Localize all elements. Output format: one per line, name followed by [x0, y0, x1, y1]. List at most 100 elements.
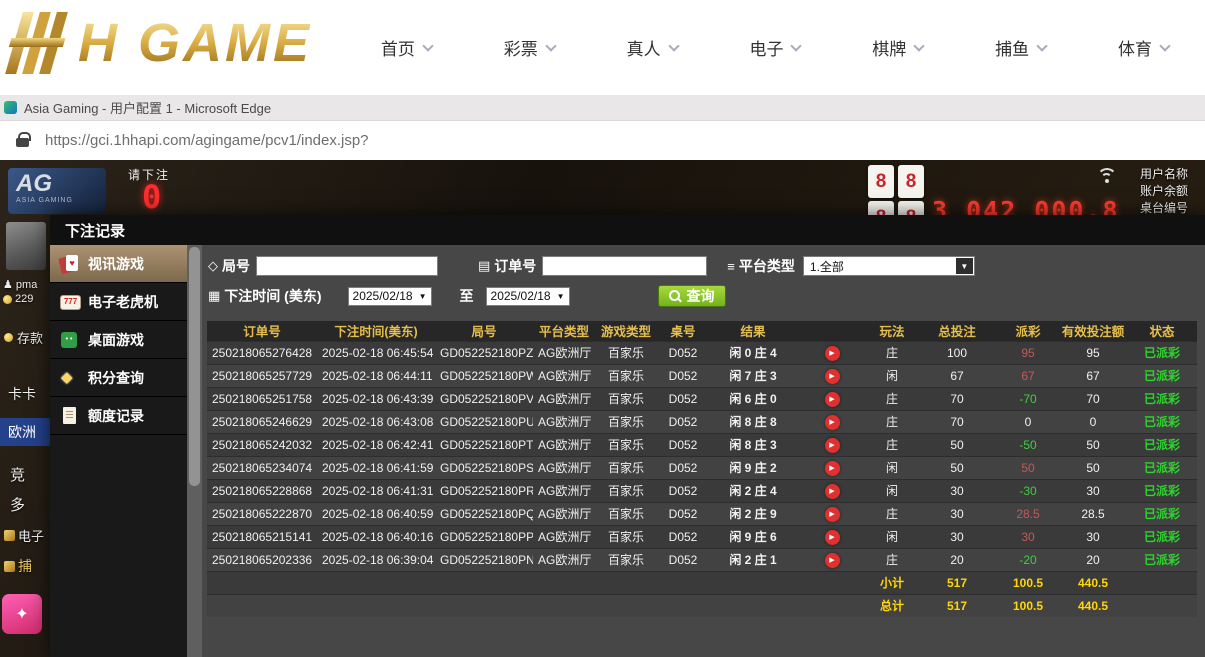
sidebar-item-fishing[interactable]: 捕 [4, 556, 32, 576]
menu-item[interactable]: 额度记录 [50, 397, 187, 435]
scrollbar-thumb[interactable] [189, 247, 200, 486]
cell-total-bet: 30 [917, 525, 997, 548]
search-icon [669, 290, 682, 303]
cell-platform-type: AG欧洲厅 [533, 479, 595, 502]
avatar[interactable] [6, 222, 46, 270]
info-label: 账户余额 [1140, 183, 1205, 200]
cell-platform-type: AG欧洲厅 [533, 548, 595, 571]
column-header [797, 321, 867, 341]
nav-item[interactable]: 真人 [627, 35, 678, 60]
deposit-button[interactable]: 存款 [4, 328, 43, 347]
nav-item[interactable]: 首页 [381, 35, 432, 60]
nav-item-label: 彩票 [504, 35, 538, 60]
cell-order-number: 250218065276428 [207, 341, 317, 364]
play-button[interactable]: ▶ [825, 392, 840, 407]
cell-valid-bet: 30 [1059, 525, 1127, 548]
total-valid-bet: 440.5 [1059, 594, 1127, 617]
cell-play-type: 庄 [867, 410, 917, 433]
nav-item[interactable]: 捕鱼 [995, 35, 1046, 60]
to-label: 至 [460, 286, 474, 306]
total-row: 总计 517 100.5 440.5 [207, 594, 1197, 617]
cell-status: 已派彩 [1127, 433, 1197, 456]
play-button[interactable]: ▶ [825, 553, 840, 568]
promo-icon[interactable]: ✦ [2, 594, 42, 634]
cell-replay: ▶ [797, 410, 867, 433]
cell-valid-bet: 67 [1059, 364, 1127, 387]
cell-table-number: D052 [657, 548, 709, 571]
date-from-picker[interactable]: 2025/02/18 ▼ [348, 287, 432, 306]
cell-order-number: 250218065242032 [207, 433, 317, 456]
play-button[interactable]: ▶ [825, 507, 840, 522]
cell-play-type: 庄 [867, 387, 917, 410]
url-bar[interactable]: https://gci.1hhapi.com/agingame/pcv1/ind… [0, 121, 1205, 160]
query-button-label: 查询 [687, 286, 715, 306]
play-button[interactable]: ▶ [825, 530, 840, 545]
sidebar-item-duo[interactable]: 多 [10, 494, 25, 515]
cell-platform-type: AG欧洲厅 [533, 525, 595, 548]
nav-item[interactable]: 棋牌 [872, 35, 923, 60]
chevron-down-icon: ▼ [956, 258, 973, 274]
menu-item[interactable]: 积分查询 [50, 359, 187, 397]
chevron-down-icon [668, 40, 679, 51]
platform-type-select[interactable]: 1.全部 ▼ [803, 256, 975, 276]
play-button[interactable]: ▶ [825, 438, 840, 453]
filter-row-2: ▦ 下注时间 (美东) 2025/02/18 ▼ 至 2025/02/18 ▼ … [208, 285, 1199, 307]
vertical-scrollbar[interactable] [187, 245, 202, 657]
menu-item-label: 视讯游戏 [88, 254, 144, 274]
ag-logo-text: AG [16, 171, 106, 197]
play-button[interactable]: ▶ [825, 369, 840, 384]
sidebar-item-europe[interactable]: 欧洲 [0, 418, 52, 446]
play-button[interactable]: ▶ [825, 484, 840, 499]
modal-content: ◇ 局号 ▤ 订单号 ≡ 平台类型 1.全部 ▼ ▦ 下注时间 (美东) 202… [202, 245, 1205, 657]
cell-replay: ▶ [797, 456, 867, 479]
play-button[interactable]: ▶ [825, 346, 840, 361]
subtotal-label: 小计 [867, 571, 917, 594]
cell-round-number: GD052252180PR [435, 479, 533, 502]
cell-table-number: D052 [657, 364, 709, 387]
column-header: 有效投注额 [1059, 321, 1127, 341]
column-header: 平台类型 [533, 321, 595, 341]
menu-item[interactable]: 桌面游戏 [50, 321, 187, 359]
sidebar-item-card[interactable]: 卡卡 [8, 384, 36, 404]
play-button[interactable]: ▶ [825, 461, 840, 476]
total-payout: 100.5 [997, 594, 1059, 617]
cell-platform-type: AG欧洲厅 [533, 387, 595, 410]
play-button[interactable]: ▶ [825, 415, 840, 430]
cell-order-number: 250218065202336 [207, 548, 317, 571]
cell-result: 闲 8 庄 8 [709, 410, 797, 433]
cell-status: 已派彩 [1127, 410, 1197, 433]
cell-payout: 50 [997, 456, 1059, 479]
window-title: Asia Gaming - 用户配置 1 - Microsoft Edge [24, 98, 271, 117]
cell-total-bet: 70 [917, 410, 997, 433]
nav-item[interactable]: 彩票 [504, 35, 555, 60]
sidebar-item-jing[interactable]: 竞 [10, 464, 25, 485]
date-from-value: 2025/02/18 [353, 289, 413, 303]
menu-item[interactable]: 电子老虎机 [50, 283, 187, 321]
cell-table-number: D052 [657, 456, 709, 479]
edge-favicon [4, 101, 17, 114]
menu-item-label: 电子老虎机 [88, 292, 158, 312]
cell-play-type: 庄 [867, 502, 917, 525]
order-number-input[interactable] [542, 256, 707, 276]
cell-valid-bet: 70 [1059, 387, 1127, 410]
cell-status: 已派彩 [1127, 502, 1197, 525]
table-row: 2502180652151412025-02-18 06:40:16GD0522… [207, 525, 1197, 548]
site-logo[interactable]: H GAME [10, 12, 312, 74]
cell-replay: ▶ [797, 502, 867, 525]
round-number-input[interactable] [256, 256, 438, 276]
query-button[interactable]: 查询 [658, 285, 726, 307]
sidebar-item-dianzi[interactable]: 电子 [4, 526, 44, 545]
nav-item[interactable]: 电子 [749, 35, 800, 60]
nav-item-label: 捕鱼 [995, 35, 1029, 60]
menu-item[interactable]: 视讯游戏 [50, 245, 187, 283]
cell-total-bet: 20 [917, 548, 997, 571]
cell-bet-time: 2025-02-18 06:40:16 [317, 525, 435, 548]
cell-platform-type: AG欧洲厅 [533, 502, 595, 525]
nav-item[interactable]: 体育 [1118, 35, 1169, 60]
cell-payout: -30 [997, 479, 1059, 502]
url-text[interactable]: https://gci.1hhapi.com/agingame/pcv1/ind… [45, 132, 369, 149]
dice-icon [60, 330, 79, 349]
date-to-picker[interactable]: 2025/02/18 ▼ [486, 287, 570, 306]
clipboard-icon: ▤ [478, 258, 490, 274]
bet-table-body: 2502180652764282025-02-18 06:45:54GD0522… [207, 341, 1197, 571]
